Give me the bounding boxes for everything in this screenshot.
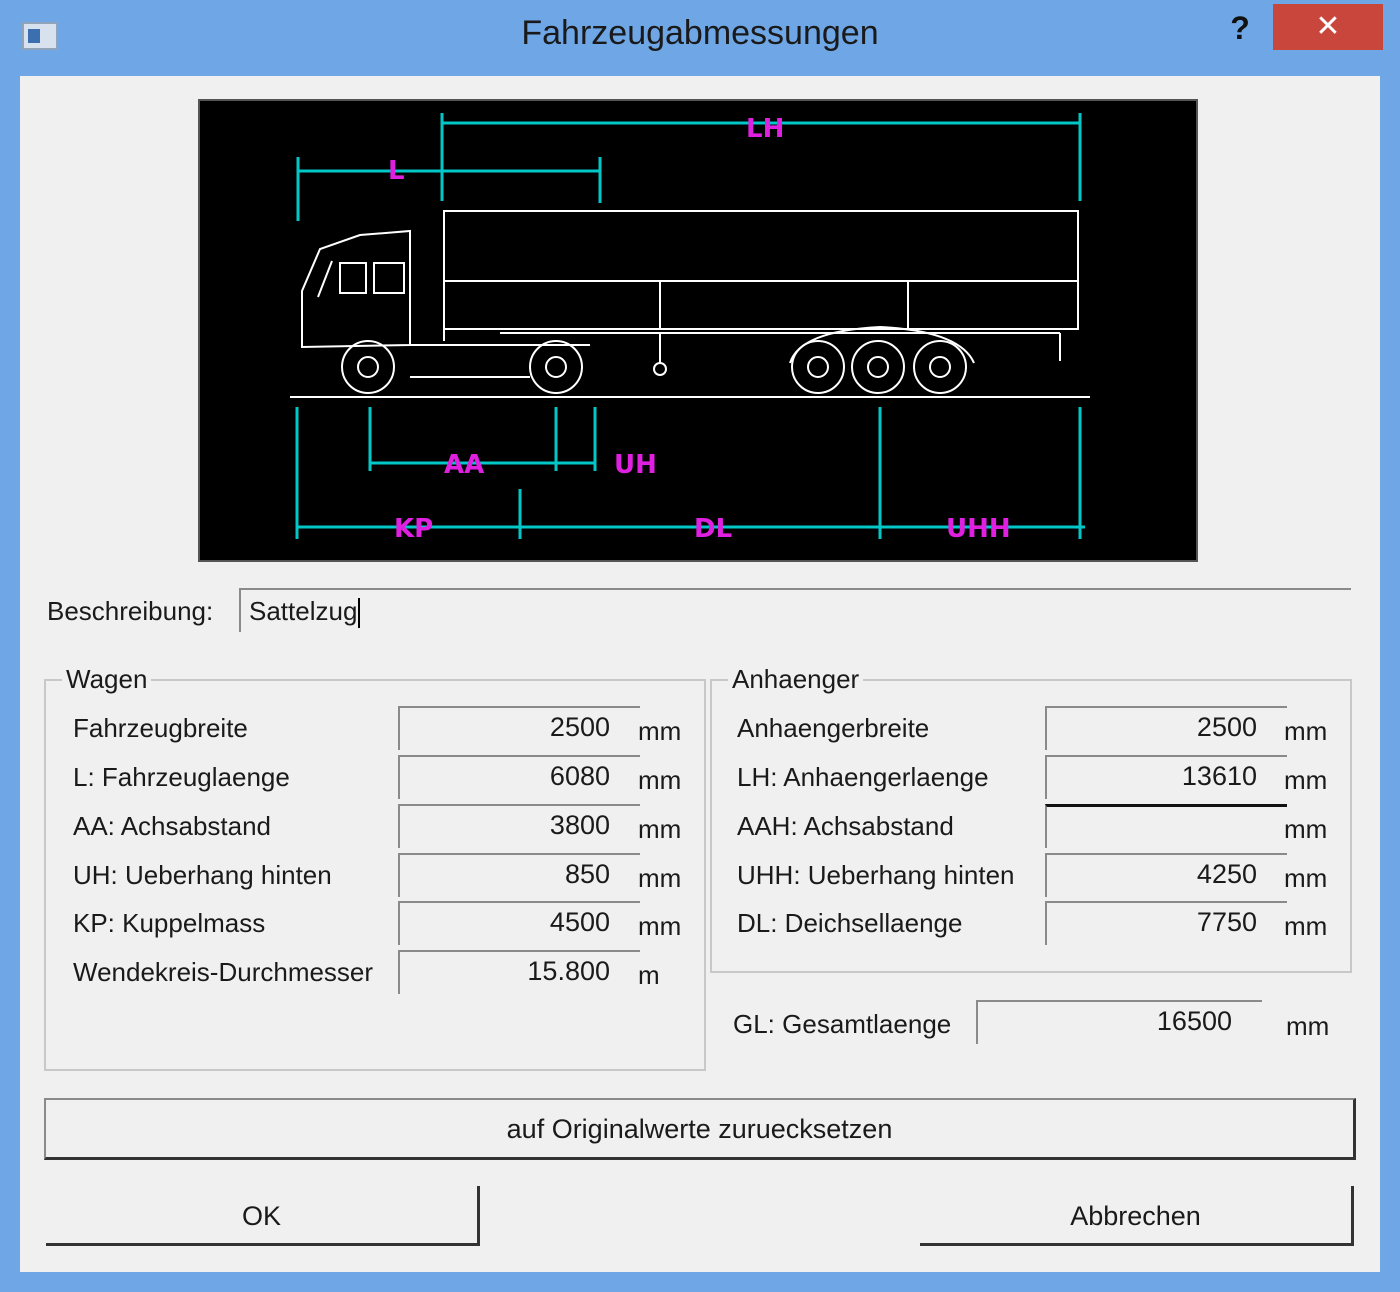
wagen-row-unit: mm bbox=[638, 716, 682, 746]
dim-label-aa: AA bbox=[444, 450, 484, 480]
description-input[interactable]: Sattelzug bbox=[239, 588, 1351, 632]
window-title: Fahrzeugabmessungen bbox=[521, 14, 879, 52]
anhaenger-row-unit: mm bbox=[1284, 716, 1328, 746]
wagen-row-unit: mm bbox=[638, 911, 682, 941]
wagen-row-unit: mm bbox=[638, 814, 682, 844]
dim-label-l: L bbox=[388, 156, 405, 186]
anhaenger-row-unit: mm bbox=[1284, 765, 1328, 795]
wagen-row-label: Fahrzeugbreite bbox=[73, 713, 248, 743]
dialog-window: Fahrzeugabmessungen ? ✕ LH L AA UH KP DL… bbox=[0, 0, 1400, 1292]
anhaenger-row-unit: mm bbox=[1284, 863, 1328, 893]
ueberhang-hinten-field[interactable]: 850 bbox=[398, 853, 640, 897]
text-caret bbox=[358, 598, 361, 629]
wendekreis-field[interactable]: 15.800 bbox=[398, 950, 640, 994]
wagen-group-title: Wagen bbox=[62, 664, 152, 695]
anhaenger-row-unit: mm bbox=[1284, 814, 1328, 844]
wagen-row-label: Wendekreis-Durchmesser bbox=[73, 957, 374, 987]
anhaenger-row-label: AAH: Achsabstand bbox=[737, 811, 954, 841]
wagen-row-label: AA: Achsabstand bbox=[73, 811, 272, 841]
wagen-row-unit: mm bbox=[638, 863, 682, 893]
anhaenger-row-unit: mm bbox=[1284, 911, 1328, 941]
cancel-button[interactable]: Abbrechen bbox=[920, 1186, 1354, 1246]
anhaenger-row-label: Anhaengerbreite bbox=[737, 713, 930, 743]
achsabstand-field[interactable]: 3800 bbox=[398, 804, 640, 848]
reset-button[interactable]: auf Originalwerte zuruecksetzen bbox=[44, 1098, 1356, 1160]
anhaengerlaenge-field[interactable]: 13610 bbox=[1045, 755, 1287, 799]
dim-label-uh: UH bbox=[614, 450, 657, 480]
vehicle-outline bbox=[290, 210, 1090, 398]
dim-label-lh: LH bbox=[746, 114, 784, 144]
wagen-row-unit: m bbox=[638, 960, 660, 990]
dim-label-dl: DL bbox=[694, 514, 732, 544]
gesamtlaenge-field[interactable]: 16500 bbox=[976, 1000, 1262, 1044]
anhaengerbreite-field[interactable]: 2500 bbox=[1045, 706, 1287, 750]
anhaenger-row-label: LH: Anhaengerlaenge bbox=[737, 762, 989, 792]
anhaenger-row-label: DL: Deichsellaenge bbox=[737, 908, 963, 938]
close-button[interactable]: ✕ bbox=[1273, 4, 1383, 50]
vehicle-dimension-diagram: LH L AA UH KP DL UHH bbox=[198, 99, 1198, 562]
wagen-row-label: UH: Ueberhang hinten bbox=[73, 860, 332, 890]
anhaenger-row-label: UHH: Ueberhang hinten bbox=[737, 860, 1015, 890]
description-value: Sattelzug bbox=[249, 596, 358, 626]
dim-label-kp: KP bbox=[394, 514, 433, 544]
help-button[interactable]: ? bbox=[1222, 8, 1258, 48]
title-bar[interactable]: Fahrzeugabmessungen ? ✕ bbox=[0, 0, 1400, 76]
wagen-row-unit: mm bbox=[638, 765, 682, 795]
wagen-row-label: KP: Kuppelmass bbox=[73, 908, 266, 938]
truck-trailer-drawing: LH L AA UH KP DL UHH bbox=[290, 113, 1090, 544]
dialog-client-area: LH L AA UH KP DL UHH Beschreibung: Satte… bbox=[20, 76, 1380, 1272]
kuppelmass-field[interactable]: 4500 bbox=[398, 901, 640, 945]
deichsellaenge-field[interactable]: 7750 bbox=[1045, 901, 1287, 945]
uhh-ueberhang-field[interactable]: 4250 bbox=[1045, 853, 1287, 897]
dim-label-uhh: UHH bbox=[946, 514, 1011, 544]
gesamtlaenge-unit: mm bbox=[1286, 1011, 1330, 1041]
gesamtlaenge-label: GL: Gesamtlaenge bbox=[733, 1009, 952, 1039]
wagen-row-label: L: Fahrzeuglaenge bbox=[73, 762, 290, 792]
fahrzeugbreite-field[interactable]: 2500 bbox=[398, 706, 640, 750]
aah-achsabstand-field[interactable] bbox=[1045, 804, 1287, 848]
ok-button[interactable]: OK bbox=[46, 1186, 480, 1246]
description-label: Beschreibung: bbox=[47, 596, 214, 626]
dimension-lines bbox=[295, 113, 1085, 539]
anhaenger-group-title: Anhaenger bbox=[728, 664, 864, 695]
fahrzeuglaenge-field[interactable]: 6080 bbox=[398, 755, 640, 799]
